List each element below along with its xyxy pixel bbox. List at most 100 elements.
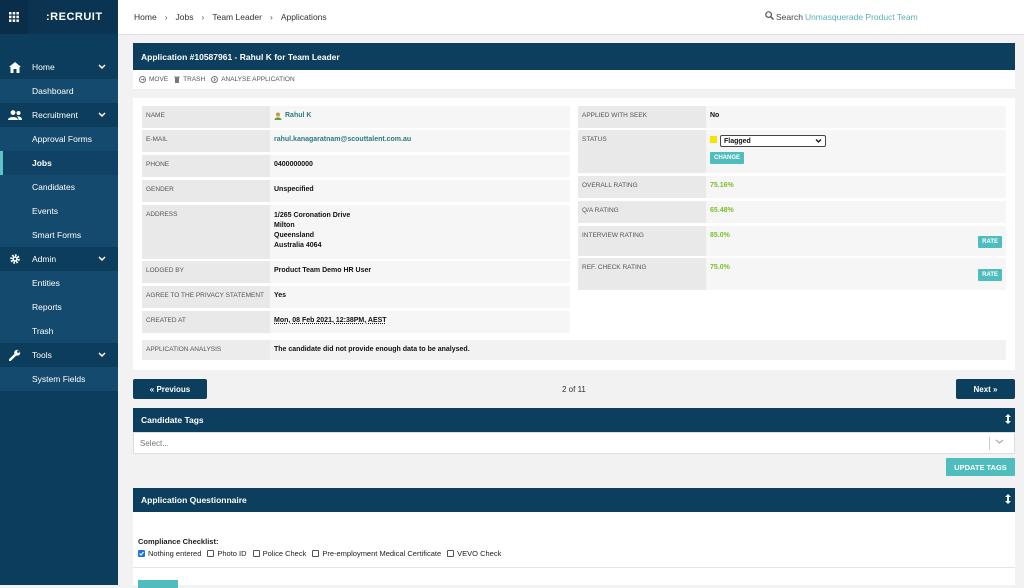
gender-label: GENDER: [142, 180, 270, 202]
address-row: ADDRESS 1/265 Coronation Drive Milton Qu…: [142, 205, 570, 259]
checkbox-nothing-entered[interactable]: Nothing entered: [138, 549, 201, 558]
tags-select[interactable]: Select...: [133, 432, 1015, 454]
sidebar-submenu-tools: System Fields: [0, 367, 118, 391]
sidebar-item-entities[interactable]: Entities: [0, 271, 118, 295]
breadcrumb-team-leader[interactable]: Team Leader: [212, 12, 262, 22]
move-icon: [139, 76, 146, 83]
lodged-by-value: Product Team Demo HR User: [270, 261, 570, 283]
tags-select-placeholder: Select...: [140, 438, 169, 448]
select-divider: [989, 437, 990, 450]
interview-rating-value: 85.0% RATE: [706, 226, 1006, 256]
email-value[interactable]: rahul.kanagaratnam@scouttalent.com.au: [270, 130, 570, 152]
previous-button[interactable]: « Previous: [133, 379, 207, 399]
checkbox-label: Police Check: [262, 549, 307, 558]
update-tags-button[interactable]: UPDATE TAGS: [946, 458, 1015, 476]
email-row: E-MAIL rahul.kanagaratnam@scouttalent.co…: [142, 130, 570, 152]
name-value[interactable]: Rahul K: [270, 106, 570, 128]
address-line: 1/265 Coronation Drive: [274, 212, 351, 219]
trash-icon: [174, 76, 181, 83]
chevron-down-icon[interactable]: [995, 438, 1004, 447]
breadcrumb-home[interactable]: Home: [134, 12, 157, 22]
pager-position: 2 of 11: [562, 385, 586, 394]
sidebar-item-jobs[interactable]: Jobs: [0, 151, 118, 175]
lodged-by-label: LODGED BY: [142, 261, 270, 283]
address-line: Australia 4064: [274, 242, 322, 249]
user-avatar-icon: [274, 112, 282, 122]
sidebar-item-approval-forms[interactable]: Approval Forms: [0, 127, 118, 151]
sidebar-section-home[interactable]: Home: [0, 55, 118, 79]
checkbox-vevo-check[interactable]: VEVO Check: [447, 549, 501, 558]
seek-label: APPLIED WITH SEEK: [578, 106, 706, 128]
gender-row: GENDER Unspecified: [142, 180, 570, 202]
questionnaire-save-button[interactable]: [138, 580, 178, 588]
breadcrumb: Home › Jobs › Team Leader › Applications: [134, 12, 327, 22]
candidate-name[interactable]: Rahul K: [285, 112, 311, 119]
checkbox-empty-icon[interactable]: [447, 550, 455, 557]
chevron-down-icon: [98, 110, 106, 120]
sidebar-item-trash[interactable]: Trash: [0, 319, 118, 343]
checkbox-empty-icon[interactable]: [207, 550, 215, 557]
arrow-circle-icon: [211, 76, 219, 83]
user-menu[interactable]: Unmasquerade Product Team: [805, 12, 918, 22]
checkbox-label: Pre-employment Medical Certificate: [322, 549, 442, 558]
sidebar-item-dashboard[interactable]: Dashboard: [0, 79, 118, 103]
expand-collapse-icon[interactable]: [1005, 494, 1011, 506]
analysis-row: APPLICATION ANALYSIS The candidate did n…: [142, 340, 1006, 360]
brand-logo[interactable]: :RECRUIT: [46, 11, 103, 23]
seek-row: APPLIED WITH SEEK No: [578, 106, 1006, 128]
overall-rating-row: OVERALL RATING 75.16%: [578, 176, 1006, 198]
application-details: NAME Rahul K E-MAIL rahul.kanagaratnam@s…: [133, 98, 1015, 370]
search-icon[interactable]: [765, 11, 774, 22]
search-area[interactable]: Search Unmasquerade Product Team: [765, 11, 918, 22]
created-row: CREATED AT Mon, 08 Feb 2021, 12:38PM, AE…: [142, 311, 570, 333]
sidebar-item-events[interactable]: Events: [0, 199, 118, 223]
checkbox-checked-icon[interactable]: [138, 550, 145, 557]
sidebar-section-admin[interactable]: Admin: [0, 247, 118, 271]
questionnaire-divider: [133, 567, 1015, 568]
compliance-checklist-title: Compliance Checklist:: [138, 537, 219, 546]
qa-rating-value: 65.48%: [706, 201, 1006, 223]
questionnaire-header[interactable]: Application Questionnaire: [133, 488, 1015, 512]
candidate-tags-header[interactable]: Candidate Tags: [133, 408, 1015, 432]
status-value: Flagged CHANGE: [706, 130, 1006, 173]
sidebar-item-smart-forms[interactable]: Smart Forms: [0, 223, 118, 247]
application-toolbar: MOVE TRASH ANALYSE APPLICATION: [133, 70, 1015, 90]
chevron-down-icon: [98, 350, 106, 360]
analyse-application-button[interactable]: ANALYSE APPLICATION: [211, 76, 295, 83]
breadcrumb-applications: Applications: [280, 12, 327, 22]
app-grid-icon[interactable]: [0, 0, 28, 34]
users-icon: [8, 109, 22, 121]
sidebar-section-tools[interactable]: Tools: [0, 343, 118, 367]
sidebar-item-candidates[interactable]: Candidates: [0, 175, 118, 199]
address-label: ADDRESS: [142, 205, 270, 259]
status-label: STATUS: [578, 130, 706, 173]
move-button[interactable]: MOVE: [139, 76, 168, 83]
expand-collapse-icon[interactable]: [1005, 414, 1011, 426]
created-value: Mon, 08 Feb 2021, 12:38PM, AEST: [270, 311, 570, 333]
rate-interview-button[interactable]: RATE: [978, 236, 1002, 248]
checkbox-empty-icon[interactable]: [252, 550, 260, 557]
sidebar-section-recruitment[interactable]: Recruitment: [0, 103, 118, 127]
application-header: Application #10587961 - Rahul K for Team…: [133, 43, 1015, 70]
breadcrumb-jobs[interactable]: Jobs: [176, 12, 194, 22]
sidebar-item-reports[interactable]: Reports: [0, 295, 118, 319]
rate-ref-check-button[interactable]: RATE: [978, 269, 1002, 281]
search-label[interactable]: Search: [776, 12, 803, 22]
created-label: CREATED AT: [142, 311, 270, 333]
name-label: NAME: [142, 106, 270, 128]
next-button[interactable]: Next »: [956, 379, 1015, 399]
checkbox-medical-certificate[interactable]: Pre-employment Medical Certificate: [312, 549, 441, 558]
overall-rating-label: OVERALL RATING: [578, 176, 706, 198]
checkbox-photo-id[interactable]: Photo ID: [207, 549, 247, 558]
checkbox-empty-icon[interactable]: [312, 550, 320, 557]
address-value: 1/265 Coronation Drive Milton Queensland…: [270, 205, 570, 259]
sidebar-submenu-home: Dashboard: [0, 79, 118, 103]
checkbox-police-check[interactable]: Police Check: [252, 549, 307, 558]
change-status-button[interactable]: CHANGE: [710, 152, 745, 164]
trash-button[interactable]: TRASH: [174, 76, 205, 83]
sidebar-item-system-fields[interactable]: System Fields: [0, 367, 118, 391]
ref-check-rating-row: REF. CHECK RATING 75.0% RATE: [578, 258, 1006, 290]
sidebar-submenu-admin: Entities Reports Trash: [0, 271, 118, 343]
status-select[interactable]: Flagged: [720, 135, 826, 147]
checkbox-label: VEVO Check: [457, 549, 502, 558]
